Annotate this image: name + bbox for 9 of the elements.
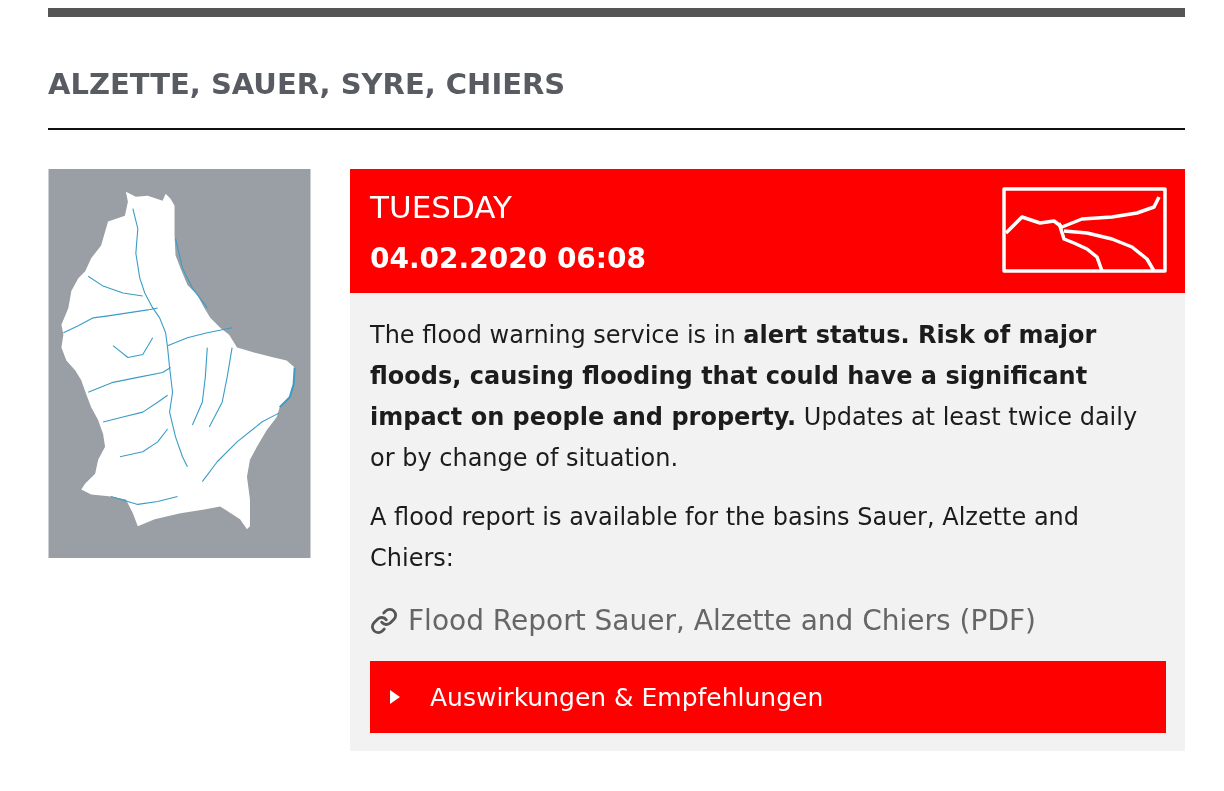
accordion-button[interactable]: Auswirkungen & Empfehlungen: [370, 661, 1166, 733]
warning-text: A flood report is available for the basins Sauer, Alzette and Chiers:: [370, 502, 1081, 574]
report-link[interactable]: Flood Report Sauer, Alzette and Chiers (PDF): [370, 601, 1036, 641]
warning-day: TUESDAY: [370, 187, 646, 227]
warning-datetime: 04.02.2020 06:08: [370, 241, 646, 277]
river-map-icon: [1002, 187, 1167, 273]
link-icon: [370, 607, 398, 635]
section-title: ALZETTE, SAUER, SYRE, CHIERS: [48, 17, 1185, 130]
warning-text: The flood warning service is in alert status. Risk of major floods, causing flooding that could have a significant impact on people and property. Updates at least twice daily or by change of situation.: [370, 320, 1139, 474]
